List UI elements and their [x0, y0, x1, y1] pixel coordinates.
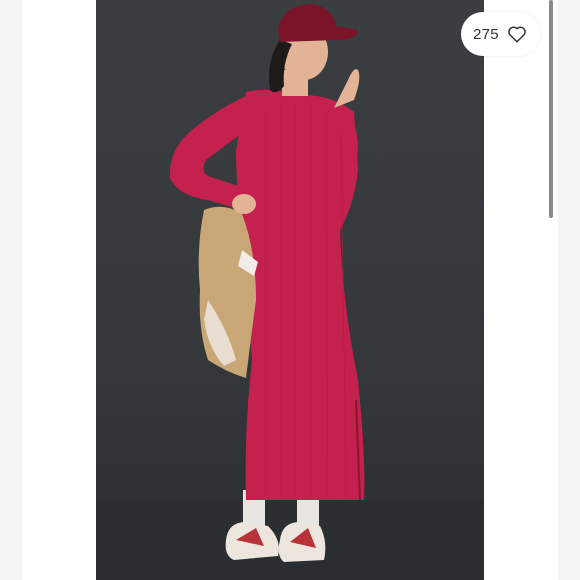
model-illustration	[96, 4, 484, 580]
heart-outline-icon	[508, 26, 526, 43]
left-sleeve	[169, 96, 246, 210]
right-margin	[484, 0, 558, 580]
like-count: 275	[473, 25, 499, 43]
like-button[interactable]: 275	[461, 12, 541, 56]
product-photo[interactable]	[96, 0, 484, 580]
scrollbar-thumb[interactable]	[549, 0, 553, 218]
left-margin	[22, 0, 96, 580]
cap	[278, 4, 358, 42]
scrollbar[interactable]	[549, 0, 553, 220]
right-forearm	[334, 69, 360, 108]
